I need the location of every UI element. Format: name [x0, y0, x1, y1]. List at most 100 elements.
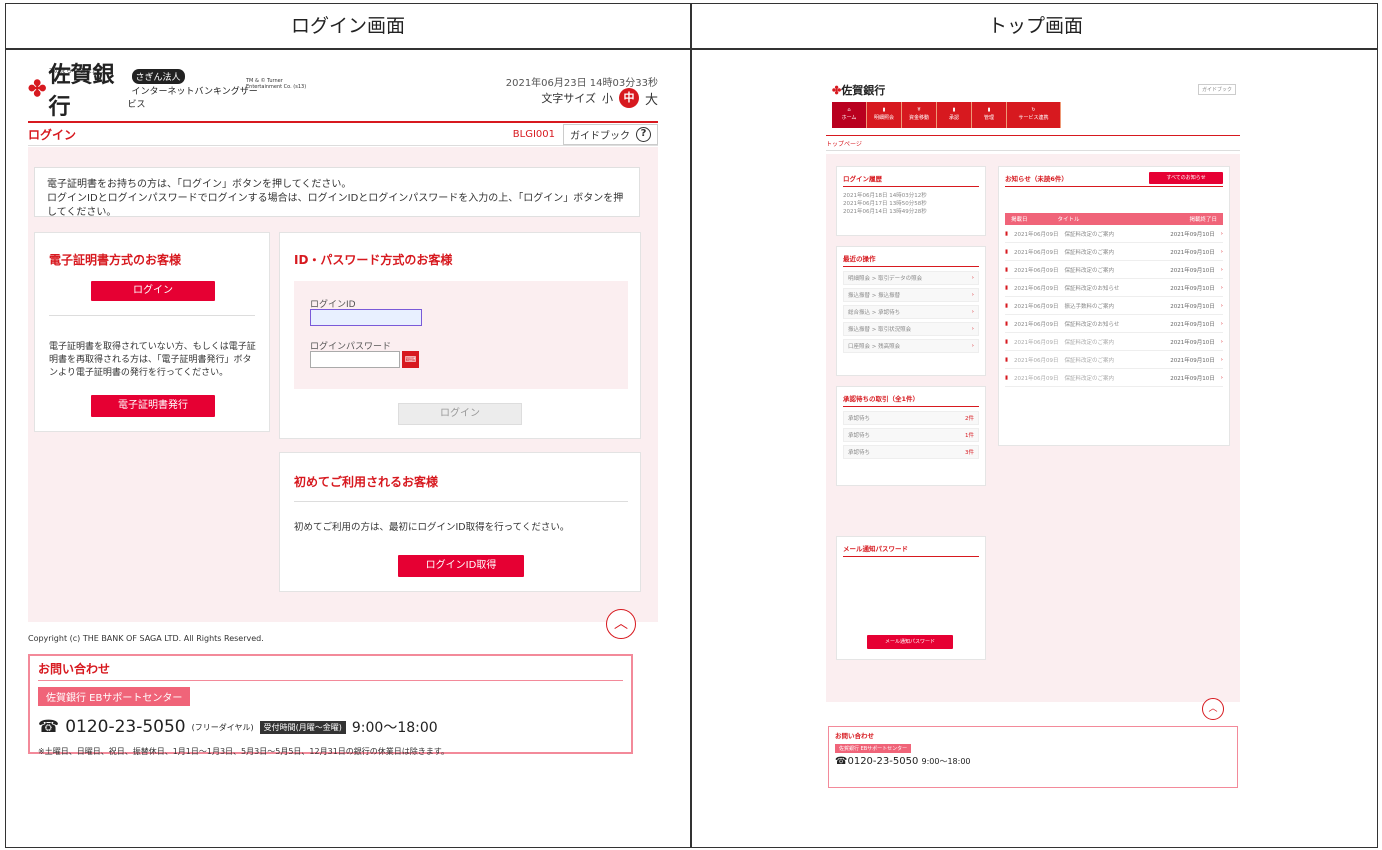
notice-row[interactable]: ▮ 2021年06月09日 保証料改定のご案内 2021年09月10日 ›	[1005, 369, 1223, 387]
home-icon: ⌂	[847, 107, 851, 113]
notice-row[interactable]: ▮ 2021年06月09日 保証料改定のご案内 2021年09月10日 ›	[1005, 333, 1223, 351]
login-password-input[interactable]	[310, 351, 400, 368]
chevron-right-icon: ›	[1220, 248, 1223, 255]
top-screen-heading: トップ画面	[987, 15, 1083, 37]
document-icon: ▮	[1005, 338, 1009, 345]
holiday-note: ※土曜日、日曜日、祝日、振替休日、1月1日～1月3日、5月3日～5月5日、12月…	[38, 747, 449, 756]
font-size-small[interactable]: 小	[602, 90, 613, 106]
nav-home[interactable]: ⌂ ホーム	[832, 102, 867, 128]
notice-row[interactable]: ▮ 2021年06月09日 保証料改定のご案内 2021年09月10日 ›	[1005, 261, 1223, 279]
notice-end-date: 2021年09月10日	[1170, 249, 1215, 256]
hours-label: 受付時間(月曜～金曜)	[259, 720, 346, 734]
font-size-switcher: 文字サイズ 小 中 大	[541, 88, 658, 108]
top-screen: ✤佐賀銀行 ガイドブック ⌂ ホーム ▮ 明細照会 ¥ 資金移動 ▮ 承認 ▮ 管理 ↻ サ…	[826, 76, 1240, 794]
notice-row[interactable]: ▮ 2021年06月09日 保証料改定のご案内 2021年09月10日 ›	[1005, 225, 1223, 243]
support-center: 佐賀銀行 EBサポートセンター	[835, 744, 912, 753]
nav-admin[interactable]: ▮ 管理	[972, 102, 1007, 128]
info-box: 電子証明書をお持ちの方は、「ログイン」ボタンを押してください。 ログインIDとロ…	[34, 167, 640, 218]
scroll-top-button[interactable]: ︿	[606, 609, 636, 639]
history-row: 2021年06月14日 13時49分28秒	[843, 209, 927, 215]
history-row: 2021年06月18日 14時03分12秒	[843, 193, 927, 199]
main-nav: ⌂ ホーム ▮ 明細照会 ¥ 資金移動 ▮ 承認 ▮ 管理 ↻ サービス連携	[832, 102, 1061, 128]
approval-row[interactable]: 承認待ち 2件	[843, 411, 979, 425]
datetime: 2021年06月23日 14時03分33秒	[505, 78, 658, 89]
chevron-right-icon: ›	[1220, 284, 1223, 291]
history-row: 2021年06月17日 13時50分58秒	[843, 201, 927, 207]
chevron-right-icon: ›	[1220, 374, 1223, 381]
document-icon: ▮	[1005, 302, 1009, 309]
document-icon: ▮	[1005, 266, 1009, 273]
font-size-large[interactable]: 大	[645, 89, 658, 108]
mail-password-button[interactable]: メール通知パスワード	[867, 635, 953, 649]
all-notices-button[interactable]: すべてのお知らせ	[1149, 172, 1223, 184]
recent-row[interactable]: 総合振込 > 承認待ち ›	[843, 305, 979, 319]
link-icon: ↻	[1031, 107, 1036, 113]
notice-date: 2021年06月09日	[1014, 375, 1059, 382]
idpw-login-button[interactable]: ログイン	[398, 403, 522, 425]
notice-row[interactable]: ▮ 2021年06月09日 振込手数料のご案内 2021年09月10日 ›	[1005, 297, 1223, 315]
notice-date: 2021年06月09日	[1014, 249, 1059, 256]
hours: 9:00～18:00	[921, 757, 971, 766]
copyright: Copyright (c) THE BANK OF SAGA LTD. All …	[28, 634, 264, 643]
nav-approval[interactable]: ▮ 承認	[937, 102, 972, 128]
bank-mark-icon: ✤	[28, 76, 47, 102]
notice-end-date: 2021年09月10日	[1170, 231, 1215, 238]
scroll-top-button[interactable]: ︿	[1202, 698, 1224, 720]
recent-row[interactable]: 振込振替 > 振込振替 ›	[843, 288, 979, 302]
chevron-right-icon: ›	[1220, 338, 1223, 345]
nav-service[interactable]: ↻ サービス連携	[1007, 102, 1061, 128]
contact-box: お問い合わせ 佐賀銀行 EBサポートセンター ☎ 0120-23-5050 (フ…	[28, 654, 633, 756]
guidebook-button[interactable]: ガイドブック	[1197, 84, 1236, 95]
login-form: ログインID ログインパスワード ⌨	[294, 281, 628, 389]
notice-date: 2021年06月09日	[1014, 267, 1059, 274]
notice-title: 保証料改定のご案内	[1064, 231, 1115, 238]
first-time-title: 初めてご利用されるお客様	[294, 475, 439, 489]
document-icon: ▮	[1005, 230, 1009, 237]
notice-title: 保証料改定のご案内	[1064, 357, 1115, 364]
font-size-medium[interactable]: 中	[618, 88, 639, 108]
notice-date: 2021年06月09日	[1014, 357, 1059, 364]
notice-row[interactable]: ▮ 2021年06月09日 保証料改定のご案内 2021年09月10日 ›	[1005, 351, 1223, 369]
chevron-right-icon: ›	[1220, 230, 1223, 237]
recent-title: 最近の操作	[843, 253, 979, 267]
guidebook-button[interactable]: ガイドブック ?	[563, 124, 658, 145]
notice-date: 2021年06月09日	[1014, 303, 1059, 310]
approval-row[interactable]: 承認待ち 3件	[843, 445, 979, 459]
mascot-image	[932, 76, 972, 96]
approval-row[interactable]: 承認待ち 1件	[843, 428, 979, 442]
document-icon: ▮	[882, 107, 886, 113]
divider	[6, 48, 1377, 50]
hours: 9:00～18:00	[351, 720, 438, 736]
recent-row[interactable]: 明細照会 > 取引データの照会 ›	[843, 271, 979, 285]
notice-list: ▮ 2021年06月09日 保証料改定のご案内 2021年09月10日 › ▮ 2021年0…	[1005, 225, 1223, 387]
cert-title: 電子証明書方式のお客様	[49, 253, 182, 267]
notice-title: 保証料改定のご案内	[1064, 375, 1115, 382]
keyboard-icon[interactable]: ⌨	[402, 351, 419, 368]
chevron-right-icon: ›	[1220, 266, 1223, 273]
bank-logo[interactable]: ✤佐賀銀行	[832, 82, 885, 98]
notice-row[interactable]: ▮ 2021年06月09日 保証料改定のご案内 2021年09月10日 ›	[1005, 243, 1223, 261]
cert-login-button[interactable]: ログイン	[91, 281, 215, 301]
phone-number[interactable]: 0120-23-5050	[847, 756, 918, 767]
recent-row[interactable]: 振込振替 > 取引状況照会 ›	[843, 322, 979, 336]
service-badge: さぎん法人	[131, 68, 185, 84]
nav-statements[interactable]: ▮ 明細照会	[867, 102, 902, 128]
cert-issue-button[interactable]: 電子証明書発行	[91, 395, 215, 417]
chevron-right-icon: ›	[1220, 302, 1223, 309]
page-title-row: ログイン BLGI001 ガイドブック ?	[28, 124, 658, 146]
support-center: 佐賀銀行 EBサポートセンター	[38, 687, 191, 706]
mascot-image	[450, 710, 530, 744]
login-id-input[interactable]	[310, 309, 422, 326]
notice-row[interactable]: ▮ 2021年06月09日 保証料改定のお知らせ 2021年09月10日 ›	[1005, 315, 1223, 333]
notice-row[interactable]: ▮ 2021年06月09日 保証料改定のお知らせ 2021年09月10日 ›	[1005, 279, 1223, 297]
nav-transfer[interactable]: ¥ 資金移動	[902, 102, 937, 128]
phone-row: ☎0120-23-5050 9:00～18:00	[835, 756, 971, 767]
document-icon: ▮	[987, 107, 991, 113]
document-icon: ▮	[1005, 248, 1009, 255]
get-login-id-button[interactable]: ログインID取得	[398, 555, 524, 577]
header: このまちで あなたと ✤ 佐賀銀行 さぎん法人 インターネットバンキングサービス…	[28, 62, 658, 120]
first-time-card: 初めてご利用されるお客様 初めてご利用の方は、最初にログインID取得を行ってくだ…	[279, 452, 641, 592]
chevron-right-icon: ›	[1220, 320, 1223, 327]
phone-number[interactable]: 0120-23-5050	[65, 717, 185, 737]
recent-row[interactable]: 口座照会 > 残高照会 ›	[843, 339, 979, 353]
